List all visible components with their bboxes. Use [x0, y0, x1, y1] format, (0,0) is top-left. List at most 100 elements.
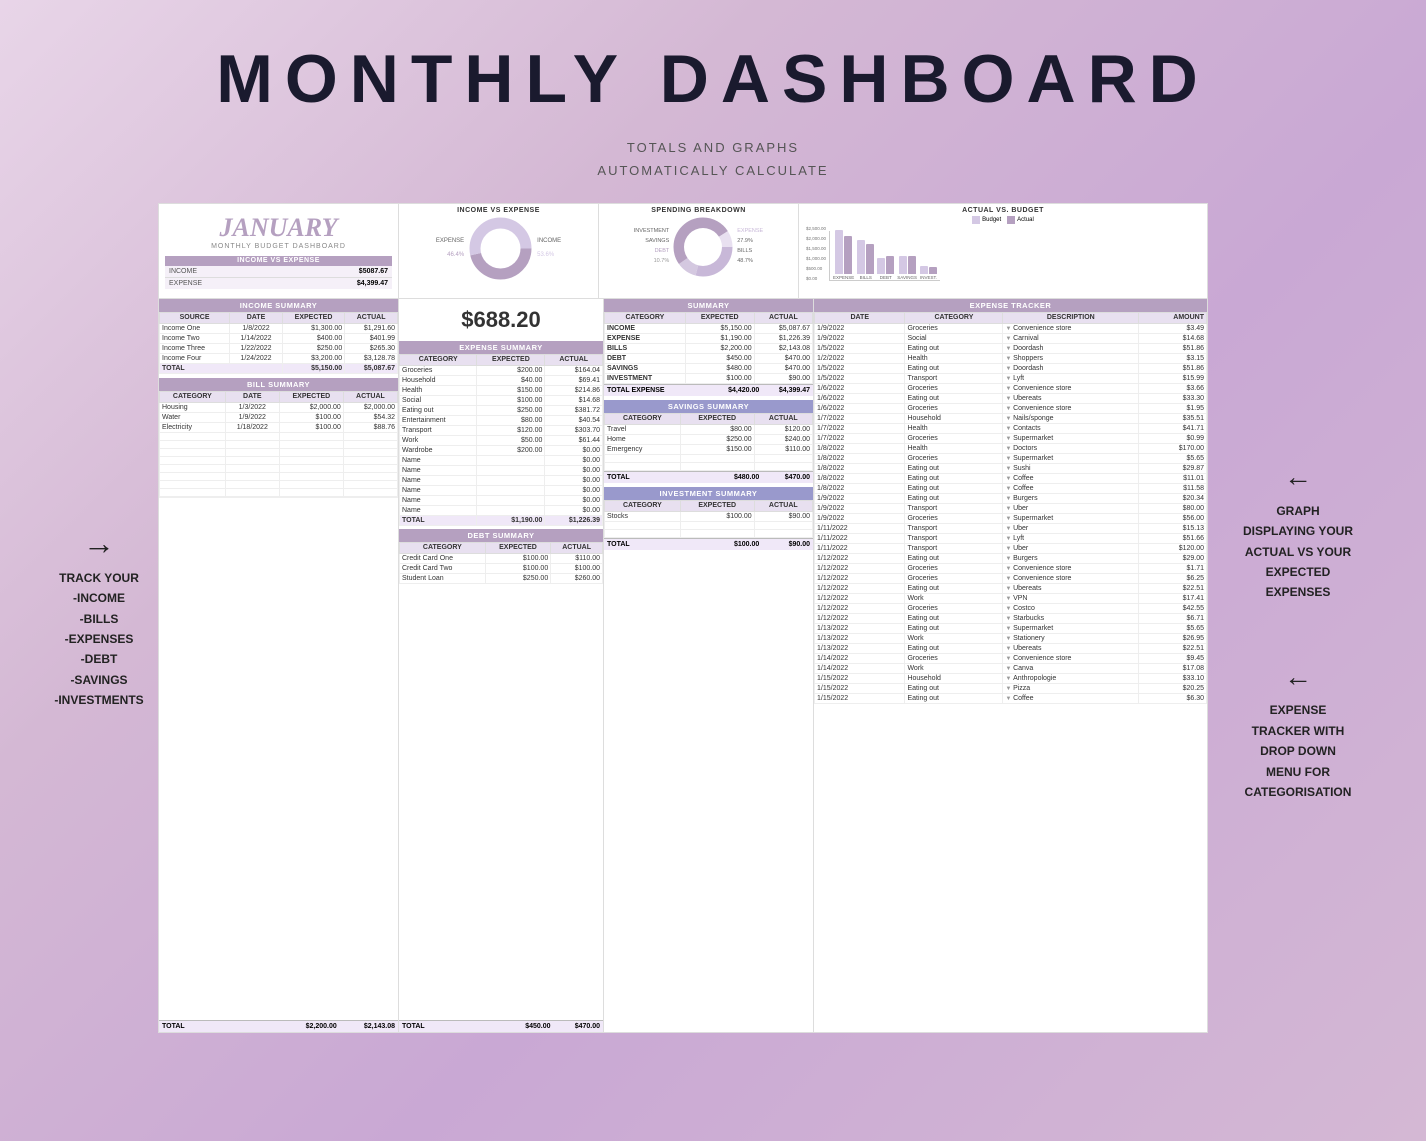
table-row: Name$0.00 [400, 505, 603, 515]
left-side-label: → TRACK YOUR -INCOME -BILLS -EXPENSES -D… [48, 525, 158, 711]
tracker-row: 1/8/2022Groceries▼ Supermarket$5.65 [815, 453, 1207, 463]
actual-vs-budget-chart: ACTUAL VS. BUDGET Budget Actual $2,500.0… [799, 204, 1207, 298]
table-row: DEBT$450.00$470.00 [605, 353, 813, 363]
tracker-panel: EXPENSE TRACKER DATE CATEGORY DESCRIPTIO… [814, 299, 1207, 1032]
bill-summary: BILL SUMMARY CATEGORY DATE EXPECTED ACTU… [159, 378, 398, 497]
table-row: Water1/9/2022$100.00$54.32 [160, 412, 398, 422]
table-row: SAVINGS$480.00$470.00 [605, 363, 813, 373]
tracker-row: 1/9/2022Social▼ Carnival$14.68 [815, 333, 1207, 343]
debt-summary: DEBT SUMMARY CATEGORY EXPECTED ACTUAL Cr… [399, 529, 603, 584]
table-row: Eating out$250.00$381.72 [400, 405, 603, 415]
tracker-row: 1/6/2022Groceries▼ Convenience store$1.9… [815, 403, 1207, 413]
table-row: EXPENSE$1,190.00$1,226.39 [605, 333, 813, 343]
empty-row [160, 432, 398, 440]
tracker-row: 1/9/2022Groceries▼ Convenience store$3.4… [815, 323, 1207, 333]
tracker-row: 1/7/2022Groceries▼ Supermarket$0.99 [815, 433, 1207, 443]
tracker-row: 1/14/2022Work▼ Canva$17.08 [815, 663, 1207, 673]
table-row: Entertainment$80.00$40.54 [400, 415, 603, 425]
table-row: Household$40.00$69.41 [400, 375, 603, 385]
table-row: Emergency$150.00$110.00 [605, 444, 813, 454]
right-label-graph: ← GRAPHDISPLAYING YOURACTUAL VS YOUREXPE… [1218, 453, 1378, 603]
tracker-row: 1/8/2022Eating out▼ Coffee$11.01 [815, 473, 1207, 483]
savings-summary: SAVINGS SUMMARY CATEGORY EXPECTED ACTUAL… [604, 400, 813, 483]
spreadsheet: JANUARY MONTHLY BUDGET DASHBOARD INCOME … [158, 203, 1208, 1033]
table-row: Wardrobe$200.00$0.00 [400, 445, 603, 455]
tracker-row: 1/7/2022Health▼ Contacts$41.71 [815, 423, 1207, 433]
right-side-labels: ← GRAPHDISPLAYING YOURACTUAL VS YOUREXPE… [1208, 433, 1378, 802]
main-title: MONTHLY DASHBOARD [216, 40, 1210, 118]
tracker-row: 1/15/2022Household▼ Anthropologie$33.10 [815, 673, 1207, 683]
table-row: Transport$120.00$303.70 [400, 425, 603, 435]
table-row: Income Four1/24/2022$3,200.00$3,128.78 [160, 353, 398, 363]
jan-subtitle: MONTHLY BUDGET DASHBOARD [211, 243, 346, 250]
tracker-row: 1/13/2022Eating out▼ Ubereats$22.51 [815, 643, 1207, 653]
empty-row [605, 529, 813, 537]
tracker-row: 1/9/2022Eating out▼ Burgers$20.34 [815, 493, 1207, 503]
empty-row [160, 480, 398, 488]
table-row: Housing1/3/2022$2,000.00$2,000.00 [160, 402, 398, 412]
table-row: INVESTMENT$100.00$90.00 [605, 373, 813, 383]
tracker-row: 1/12/2022Groceries▼ Convenience store$6.… [815, 573, 1207, 583]
january-block: JANUARY MONTHLY BUDGET DASHBOARD INCOME … [159, 204, 399, 298]
january-title: JANUARY [220, 213, 338, 243]
tracker-row: 1/9/2022Transport▼ Uber$80.00 [815, 503, 1207, 513]
right-label-tracker: ← EXPENSETRACKER WITHDROP DOWNMENU FORCA… [1218, 653, 1378, 803]
empty-row [160, 488, 398, 496]
tracker-row: 1/12/2022Eating out▼ Burgers$29.00 [815, 553, 1207, 563]
table-row: Income Two1/14/2022$400.00$401.99 [160, 333, 398, 343]
tracker-row: 1/13/2022Work▼ Stationery$26.95 [815, 633, 1207, 643]
tracker-row: 1/15/2022Eating out▼ Coffee$6.30 [815, 693, 1207, 703]
empty-row [605, 462, 813, 470]
tracker-row: 1/6/2022Eating out▼ Ubereats$33.30 [815, 393, 1207, 403]
tracker-row: 1/12/2022Eating out▼ Ubereats$22.51 [815, 583, 1207, 593]
tracker-row: 1/11/2022Transport▼ Lyft$51.66 [815, 533, 1207, 543]
table-row: Income One1/8/2022$1,300.00$1,291.60 [160, 323, 398, 333]
tracker-row: 1/8/2022Eating out▼ Coffee$11.58 [815, 483, 1207, 493]
total-row: TOTAL$5,150.00$5,087.67 [160, 363, 398, 373]
tracker-row: 1/12/2022Groceries▼ Costco$42.55 [815, 603, 1207, 613]
total-row: TOTAL$1,190.00$1,226.39 [400, 515, 603, 525]
middle-panel: $688.20 EXPENSE SUMMARY CATEGORY EXPECTE… [399, 299, 604, 1032]
summary-panel: SUMMARY CATEGORY EXPECTED ACTUAL INCOME$… [604, 299, 814, 1032]
tracker-row: 1/5/2022Transport▼ Lyft$15.99 [815, 373, 1207, 383]
left-arrow-icon: → [48, 525, 150, 562]
tracker-row: 1/15/2022Eating out▼ Pizza$20.25 [815, 683, 1207, 693]
tracker-row: 1/7/2022Household▼ Nails/sponge$35.51 [815, 413, 1207, 423]
table-row: Name$0.00 [400, 455, 603, 465]
tracker-row: 1/8/2022Eating out▼ Sushi$29.87 [815, 463, 1207, 473]
tracker-row: 1/11/2022Transport▼ Uber$15.13 [815, 523, 1207, 533]
spending-breakdown-chart: SPENDING BREAKDOWN INVESTMENT SAVINGS DE… [599, 204, 799, 298]
investment-summary: INVESTMENT SUMMARY CATEGORY EXPECTED ACT… [604, 487, 813, 550]
income-vs-expense-chart: INCOME VS EXPENSE EXPENSE 46.4% INCOME 5… [399, 204, 599, 298]
empty-row [160, 440, 398, 448]
table-row: Home$250.00$240.00 [605, 434, 813, 444]
table-row: Groceries$200.00$164.04 [400, 365, 603, 375]
empty-row [605, 521, 813, 529]
tracker-row: 1/5/2022Eating out▼ Doordash$51.86 [815, 363, 1207, 373]
table-row: Social$100.00$14.68 [400, 395, 603, 405]
tracker-row: 1/8/2022Health▼ Doctors$170.00 [815, 443, 1207, 453]
table-row: Health$150.00$214.86 [400, 385, 603, 395]
table-row: Electricity1/18/2022$100.00$88.76 [160, 422, 398, 432]
tracker-row: 1/5/2022Eating out▼ Doordash$51.86 [815, 343, 1207, 353]
tracker-row: 1/11/2022Transport▼ Uber$120.00 [815, 543, 1207, 553]
table-row: Travel$80.00$120.00 [605, 424, 813, 434]
summary-table: SUMMARY CATEGORY EXPECTED ACTUAL INCOME$… [604, 299, 813, 396]
tracker-row: 1/12/2022Eating out▼ Starbucks$6.71 [815, 613, 1207, 623]
table-row: Stocks$100.00$90.00 [605, 511, 813, 521]
table-row: Work$50.00$61.44 [400, 435, 603, 445]
left-panel: INCOME SUMMARY SOURCE DATE EXPECTED ACTU… [159, 299, 399, 1032]
income-summary: INCOME SUMMARY SOURCE DATE EXPECTED ACTU… [159, 299, 398, 374]
table-row: Income Three1/22/2022$250.00$265.30 [160, 343, 398, 353]
table-row: Name$0.00 [400, 495, 603, 505]
surplus-number: $688.20 [399, 299, 603, 341]
empty-row [160, 464, 398, 472]
empty-row [160, 456, 398, 464]
empty-row [160, 472, 398, 480]
tracker-row: 1/12/2022Groceries▼ Convenience store$1.… [815, 563, 1207, 573]
tracker-row: 1/6/2022Groceries▼ Convenience store$3.6… [815, 383, 1207, 393]
tracker-row: 1/12/2022Work▼ VPN$17.41 [815, 593, 1207, 603]
table-row: INCOME$5,150.00$5,087.67 [605, 323, 813, 333]
table-row: BILLS$2,200.00$2,143.08 [605, 343, 813, 353]
empty-row [605, 454, 813, 462]
